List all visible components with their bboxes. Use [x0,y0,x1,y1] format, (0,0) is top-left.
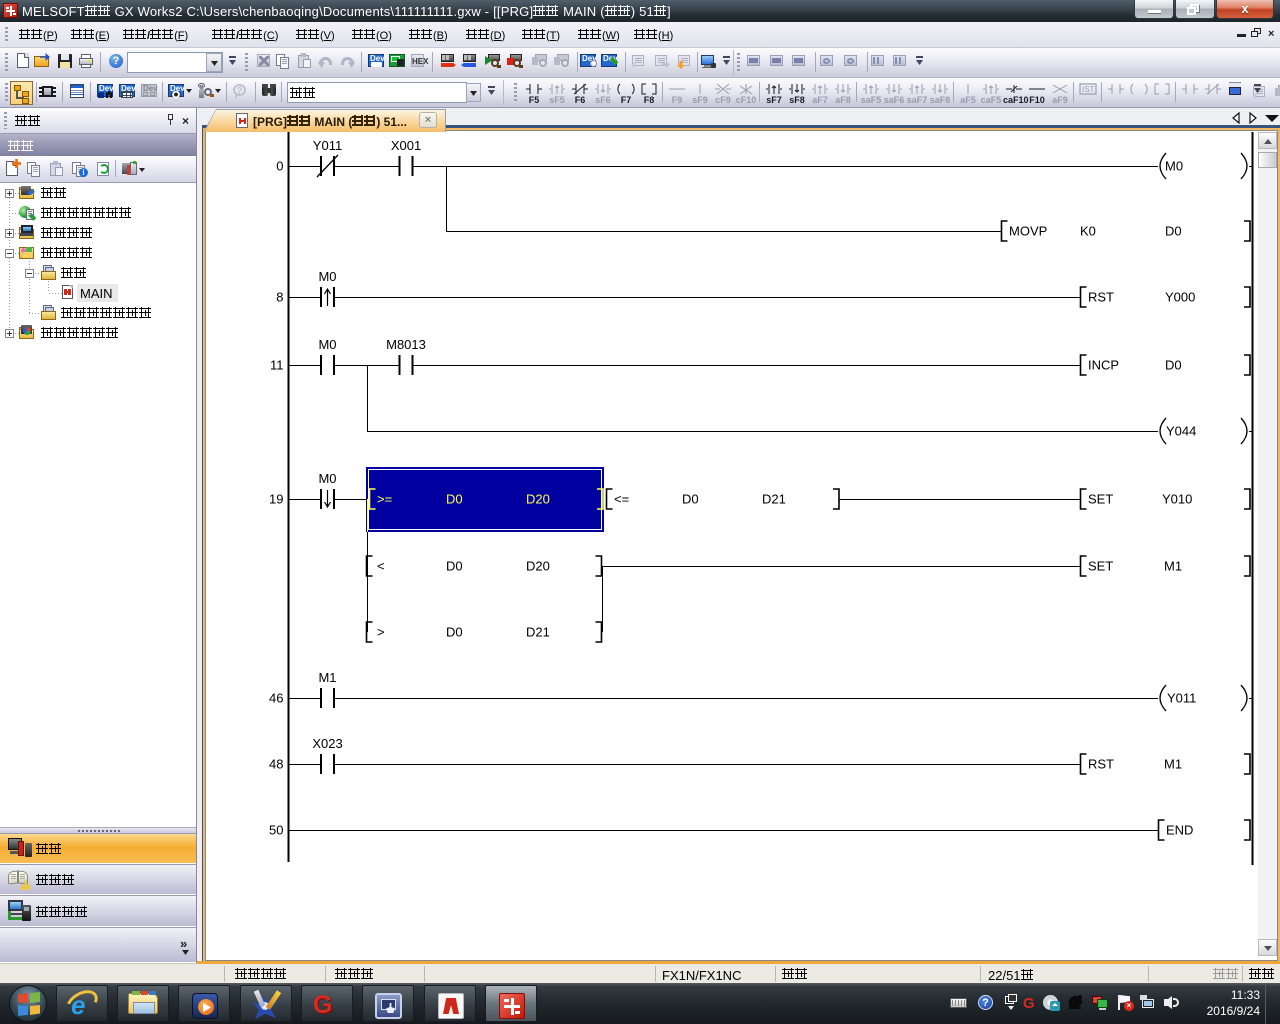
svg-text:D0: D0 [446,625,463,640]
svg-text:RST: RST [1088,757,1114,772]
svg-text:D0: D0 [1165,224,1182,239]
svg-text:SET: SET [1088,492,1113,507]
svg-text:X023: X023 [312,736,342,751]
svg-text:D21: D21 [762,492,786,507]
svg-text:D20: D20 [526,559,550,574]
svg-text:SET: SET [1088,559,1113,574]
svg-text:Y010: Y010 [1162,492,1192,507]
svg-text:D0: D0 [1165,358,1182,373]
svg-text:11: 11 [270,358,284,373]
svg-text:48: 48 [269,757,283,772]
svg-text:RST: RST [1088,290,1114,305]
svg-text:<=: <= [614,492,629,507]
svg-text:0: 0 [276,159,283,174]
svg-text:M1: M1 [318,670,336,685]
svg-text:X001: X001 [391,138,421,153]
svg-text:END: END [1166,823,1193,838]
svg-text:M0: M0 [318,471,336,486]
svg-text:D0: D0 [682,492,699,507]
svg-text:M8013: M8013 [386,337,426,352]
svg-text:D0: D0 [446,492,463,507]
svg-text:M0: M0 [318,269,336,284]
svg-text:D21: D21 [526,625,550,640]
svg-text:Y011: Y011 [1167,691,1196,706]
svg-text:<: < [377,559,385,574]
svg-text:K0: K0 [1080,224,1096,239]
svg-text:M0: M0 [1165,159,1183,174]
svg-text:M0: M0 [318,337,336,352]
svg-text:Y011: Y011 [313,138,342,153]
svg-text:>: > [377,625,385,640]
svg-text:IST: IST [1082,85,1095,94]
svg-text:INCP: INCP [1088,358,1119,373]
svg-text:M1: M1 [1164,559,1182,574]
svg-text:M1: M1 [1164,757,1182,772]
svg-text:8: 8 [276,290,283,305]
svg-text:50: 50 [269,823,283,838]
svg-text:>=: >= [377,492,392,507]
svg-text:19: 19 [269,492,283,507]
svg-text:46: 46 [269,691,283,706]
svg-text:Y044: Y044 [1166,424,1196,439]
svg-text:D20: D20 [526,492,550,507]
svg-text:Y000: Y000 [1165,290,1195,305]
svg-text:D0: D0 [446,559,463,574]
svg-text:MOVP: MOVP [1009,224,1047,239]
